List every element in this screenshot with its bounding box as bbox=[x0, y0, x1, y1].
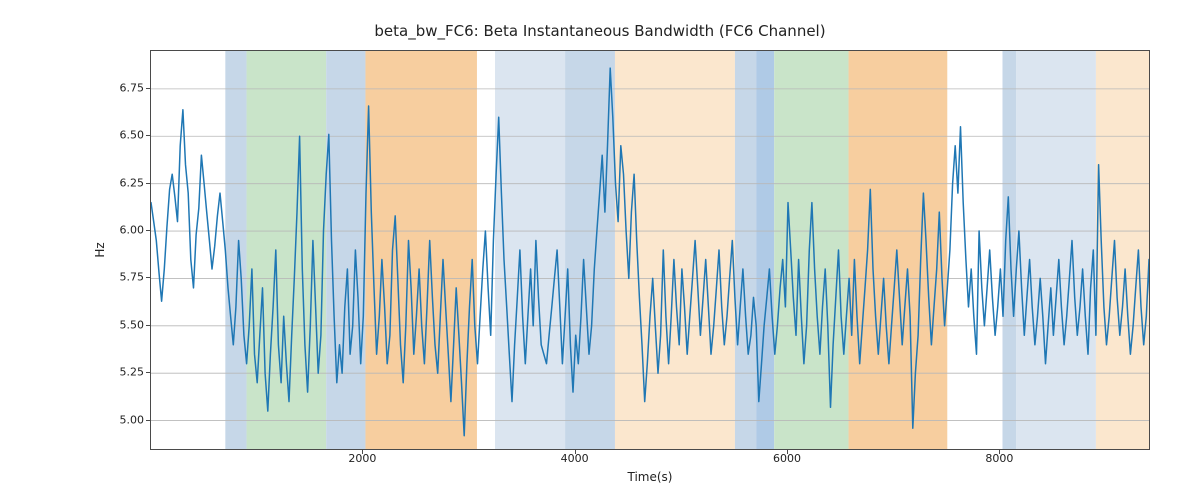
y-tick-label: 5.75 bbox=[94, 271, 144, 284]
figure: beta_bw_FC6: Beta Instantaneous Bandwidt… bbox=[0, 0, 1200, 500]
x-axis-label: Time(s) bbox=[628, 470, 673, 484]
shaded-band bbox=[735, 51, 756, 449]
shaded-band bbox=[1016, 51, 1096, 449]
y-tick-label: 6.25 bbox=[94, 176, 144, 189]
shaded-band bbox=[615, 51, 735, 449]
shaded-band bbox=[849, 51, 948, 449]
y-tick-label: 6.75 bbox=[94, 81, 144, 94]
shaded-band bbox=[225, 51, 246, 449]
y-axis-label: Hz bbox=[93, 242, 107, 257]
plot-svg bbox=[151, 51, 1149, 449]
y-tick-label: 5.00 bbox=[94, 413, 144, 426]
y-tick-label: 6.50 bbox=[94, 129, 144, 142]
y-tick-label: 5.50 bbox=[94, 318, 144, 331]
shaded-band bbox=[247, 51, 327, 449]
y-tick-label: 5.25 bbox=[94, 366, 144, 379]
shaded-band bbox=[1096, 51, 1149, 449]
shaded-band bbox=[365, 51, 476, 449]
shaded-band bbox=[1002, 51, 1016, 449]
y-tick-label: 6.00 bbox=[94, 224, 144, 237]
plot-area bbox=[150, 50, 1150, 450]
shaded-band bbox=[495, 51, 565, 449]
shaded-band bbox=[774, 51, 848, 449]
chart-title: beta_bw_FC6: Beta Instantaneous Bandwidt… bbox=[0, 22, 1200, 40]
